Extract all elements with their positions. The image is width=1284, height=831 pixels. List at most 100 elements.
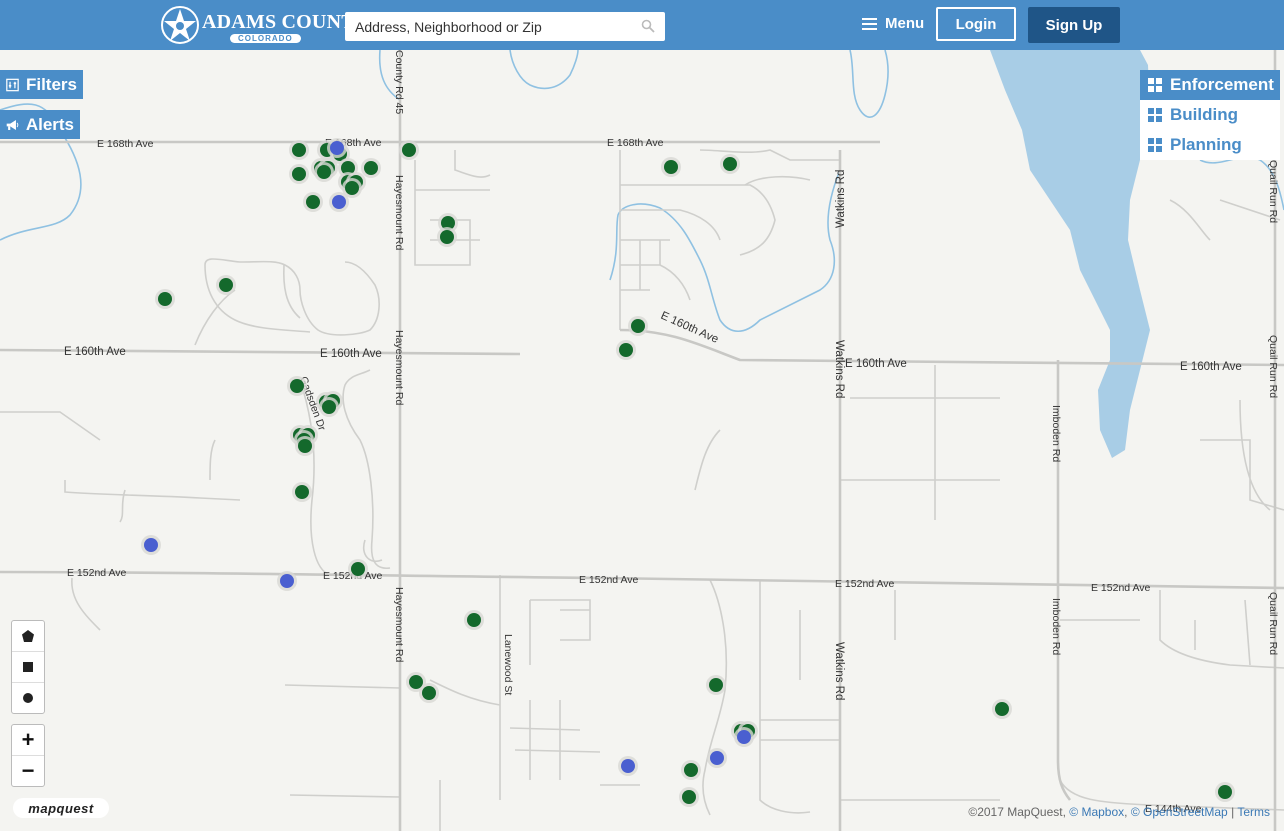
svg-text:Watkins Rd: Watkins Rd [835,170,847,228]
adams-county-logo[interactable]: ADAMS COUNTY COLORADO [160,4,369,46]
enforcement-marker[interactable] [422,686,436,700]
enforcement-marker[interactable] [345,181,359,195]
top-header: ADAMS COUNTY COLORADO Menu Login Sign Up [0,0,1284,50]
enforcement-marker[interactable] [402,143,416,157]
svg-text:Imboden Rd: Imboden Rd [1050,405,1062,462]
enforcement-marker[interactable] [467,613,481,627]
enforcement-marker[interactable] [709,678,723,692]
menu-button[interactable]: Menu [862,15,924,32]
svg-text:E 152nd Ave: E 152nd Ave [835,578,895,590]
svg-text:Quail Run Rd: Quail Run Rd [1267,592,1279,655]
filters-icon [6,78,19,91]
svg-text:Quail Run Rd: Quail Run Rd [1267,335,1279,398]
enforcement-marker[interactable] [723,157,737,171]
draw-circle-button[interactable] [12,683,44,713]
enforcement-marker[interactable] [219,278,233,292]
draw-polygon-button[interactable] [12,621,44,652]
enforcement-marker[interactable] [619,343,633,357]
square-icon [23,662,33,672]
enforcement-marker[interactable] [1218,785,1232,799]
enforcement-marker[interactable] [158,292,172,306]
svg-text:E 168th Ave: E 168th Ave [607,137,664,149]
svg-text:Imboden Rd: Imboden Rd [1050,598,1062,655]
map-attribution: ©2017 MapQuest, © Mapbox, © OpenStreetMa… [968,805,1270,819]
county-seal-icon [161,6,199,44]
signup-button[interactable]: Sign Up [1028,7,1120,43]
layer-building[interactable]: Building [1140,100,1280,130]
svg-text:Watkins Rd: Watkins Rd [833,340,845,398]
enforcement-marker[interactable] [306,195,320,209]
enforcement-marker-blue[interactable] [737,730,751,744]
attribution-separator: | [1231,805,1235,819]
mapbox-link[interactable]: © Mapbox [1069,805,1124,819]
layer-planning[interactable]: Planning [1140,130,1280,160]
zoom-in-button[interactable]: + [12,725,44,756]
megaphone-icon [6,119,19,130]
attribution-separator: , [1124,805,1128,819]
enforcement-marker[interactable] [298,439,312,453]
enforcement-marker[interactable] [684,763,698,777]
terms-link[interactable]: Terms [1237,805,1270,819]
enforcement-marker-blue[interactable] [621,759,635,773]
filters-label: Filters [25,74,77,94]
enforcement-marker[interactable] [322,400,336,414]
enforcement-marker[interactable] [631,319,645,333]
enforcement-marker[interactable] [440,230,454,244]
circle-icon [23,693,33,703]
svg-text:Hayesmount Rd: Hayesmount Rd [393,330,405,405]
draw-tools [11,620,45,714]
enforcement-marker[interactable] [364,161,378,175]
enforcement-marker[interactable] [351,562,365,576]
svg-text:E 152nd Ave: E 152nd Ave [579,574,639,586]
enforcement-marker[interactable] [292,167,306,181]
search-icon[interactable] [641,19,655,33]
grid-icon [1148,78,1162,92]
svg-text:E 152nd Ave: E 152nd Ave [1091,582,1151,594]
layer-label: Planning [1170,135,1242,154]
svg-text:E 160th Ave: E 160th Ave [1180,361,1242,373]
login-button[interactable]: Login [936,7,1016,41]
layer-switcher: Enforcement Building Planning [1140,70,1280,160]
mapquest-logo[interactable]: mapquest [13,798,109,818]
enforcement-marker-blue[interactable] [332,195,346,209]
alerts-button[interactable]: Alerts [0,110,80,139]
enforcement-marker-blue[interactable] [330,141,344,155]
openstreetmap-link[interactable]: © OpenStreetMap [1131,805,1228,819]
layer-label: Enforcement [1170,75,1274,94]
enforcement-marker-blue[interactable] [710,751,724,765]
grid-icon [1148,108,1162,122]
logo-subtitle: COLORADO [230,34,301,43]
svg-text:County Rd 45: County Rd 45 [393,50,405,114]
svg-text:E 152nd Ave: E 152nd Ave [67,567,127,579]
menu-label: Menu [885,15,925,32]
hamburger-icon [862,17,877,30]
svg-text:Hayesmount Rd: Hayesmount Rd [393,587,405,662]
enforcement-marker[interactable] [295,485,309,499]
enforcement-marker-blue[interactable] [280,574,294,588]
svg-text:Quail Run Rd: Quail Run Rd [1267,160,1279,223]
enforcement-marker[interactable] [292,143,306,157]
svg-text:E 160th Ave: E 160th Ave [320,348,382,360]
svg-text:Watkins Rd: Watkins Rd [833,642,845,700]
draw-rectangle-button[interactable] [12,652,44,683]
enforcement-marker[interactable] [409,675,423,689]
enforcement-marker[interactable] [290,379,304,393]
svg-text:Hayesmount Rd: Hayesmount Rd [393,175,405,250]
layer-enforcement[interactable]: Enforcement [1140,70,1280,100]
enforcement-marker[interactable] [317,165,331,179]
enforcement-marker[interactable] [664,160,678,174]
map-canvas[interactable]: E 168th Ave E 168th Ave E 168th Ave E 16… [0,0,1284,831]
zoom-control: + − [11,724,45,787]
alerts-label: Alerts [25,114,74,134]
svg-text:E 160th Ave: E 160th Ave [845,358,907,370]
enforcement-marker[interactable] [995,702,1009,716]
search-input[interactable] [345,12,645,41]
filters-button[interactable]: Filters [0,70,83,99]
search-box[interactable] [345,12,665,41]
zoom-out-button[interactable]: − [12,756,44,786]
svg-text:E 160th Ave: E 160th Ave [64,346,126,358]
svg-text:Lanewood St: Lanewood St [502,634,514,695]
enforcement-marker[interactable] [682,790,696,804]
attribution-copyright: ©2017 MapQuest, [968,805,1066,819]
enforcement-marker-blue[interactable] [144,538,158,552]
